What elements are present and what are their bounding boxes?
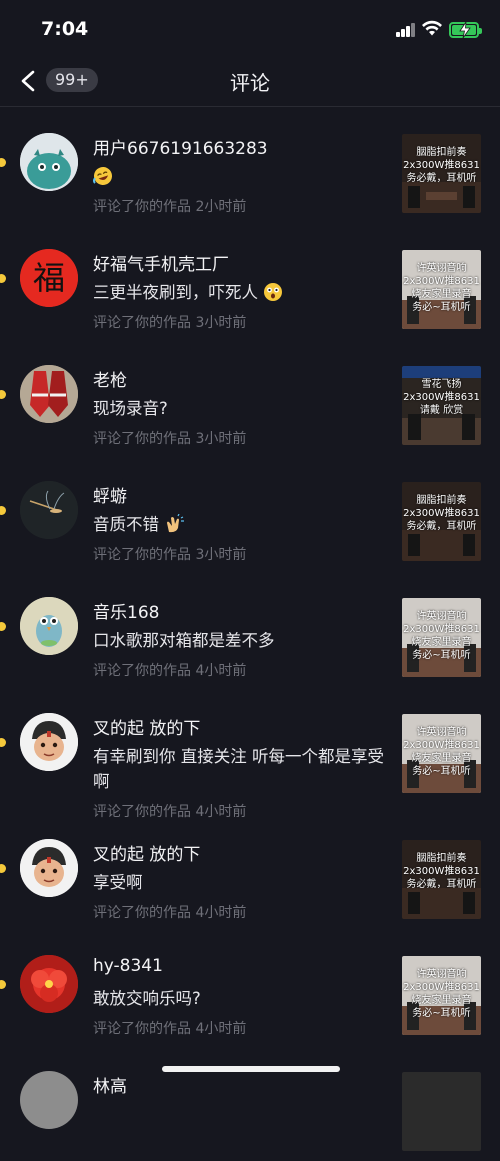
unread-dot [0,864,6,873]
username[interactable]: 叉的起 放的下 [93,714,200,739]
list-item[interactable]: 音乐168 口水歌那对箱都是差不多 评论了你的作品 4小时前 许英诩音响 2x3… [0,571,500,687]
comment-text: 享受啊 [93,873,143,892]
comment-text: 有幸刷到你 直接关注 听每一个都是享受啊 [93,747,384,791]
list-item[interactable]: 蜉蝣 音质不错 评论了你的作品 3小时前 胭脂扣前奏 2x300W推8631 务… [0,455,500,571]
status-bar: 7:04 [0,0,500,60]
shocked-face-icon [264,283,283,301]
fu-character-avatar-icon: 福 [20,249,78,307]
comment-meta: 评论了你的作品 3小时前 [93,547,247,563]
thumbnail-caption: 许英诩音响 2x300W推8631 烧友家里录音 务必~耳机听 [403,263,480,313]
unread-dot [0,274,6,283]
thumbnail-caption: 雪花飞扬 2x300W推8631 请戴 欣赏 [403,379,480,416]
comment-text: 现场录音? [93,399,168,418]
home-indicator[interactable] [162,1066,340,1072]
comment-meta: 评论了你的作品 4小时前 [93,663,247,679]
avatar[interactable] [20,481,78,539]
list-item[interactable]: 用户6676191663283 评论了你的作品 2小时前 胭脂扣前奏 2x300… [0,107,500,223]
list-item[interactable]: 叉的起 放的下 有幸刷到你 直接关注 听每一个都是享受啊 评论了你的作品 4小时… [0,687,500,820]
username[interactable]: 音乐168 [93,598,159,623]
laughing-face-icon [93,167,112,185]
wifi-icon [422,20,442,36]
avatar[interactable]: 福 [20,249,78,307]
comment-text: 敢放交响乐吗? [93,989,201,1008]
thumbnail-caption: 许英诩音响 2x300W推8631 烧友家里录音 务必~耳机听 [403,969,480,1019]
page-title: 评论 [230,71,270,95]
cartoon-bird-avatar-icon [20,597,78,655]
comment-meta: 评论了你的作品 2小时前 [93,199,247,215]
video-thumbnail[interactable] [402,1072,481,1151]
clap-icon [167,514,185,533]
avatar[interactable] [20,365,78,423]
nav-bar: 99+ 评论 [0,60,500,107]
thumbnail-caption: 胭脂扣前奏 2x300W推8631 务必戴，耳机听 [403,495,480,532]
list-item[interactable]: 老枪 现场录音? 评论了你的作品 3小时前 雪花飞扬 2x300W推8631 请… [0,339,500,455]
unread-dot [0,506,6,515]
username[interactable]: 林高 [93,1072,127,1097]
list-item[interactable]: 林高 [0,1045,500,1161]
monster-avatar-icon [20,133,78,191]
cartoon-boy-avatar-icon [20,713,78,771]
status-time: 7:04 [41,18,89,40]
username[interactable]: 叉的起 放的下 [93,840,200,865]
mayfly-avatar-icon [20,481,78,539]
list-item[interactable]: 叉的起 放的下 享受啊 评论了你的作品 4小时前 胭脂扣前奏 2x300W推86… [0,813,500,929]
comment-text [93,164,393,189]
avatar[interactable] [20,133,78,191]
comment-meta: 评论了你的作品 3小时前 [93,315,247,331]
comment-meta: 评论了你的作品 4小时前 [93,905,247,921]
list-item[interactable]: hy-8341 敢放交响乐吗? 评论了你的作品 4小时前 许英诩音响 2x300… [0,929,500,1045]
video-thumbnail[interactable]: 许英诩音响 2x300W推8631 烧友家里录音 务必~耳机听 [402,714,481,793]
thumbnail-caption: 许英诩音响 2x300W推8631 烧友家里录音 务必~耳机听 [403,611,480,661]
avatar[interactable] [20,597,78,655]
avatar[interactable] [20,1071,78,1129]
comment-text: 口水歌那对箱都是差不多 [93,631,275,650]
unread-dot [0,390,6,399]
thumbnail-caption: 许英诩音响 2x300W推8631 烧友家里录音 务必~耳机听 [403,727,480,777]
video-thumbnail[interactable]: 许英诩音响 2x300W推8631 烧友家里录音 务必~耳机听 [402,598,481,677]
comment-meta: 评论了你的作品 3小时前 [93,431,247,447]
thumbnail-caption: 胭脂扣前奏 2x300W推8631 务必戴，耳机听 [403,147,480,184]
cellular-signal-icon [396,23,416,37]
username[interactable]: 用户6676191663283 [93,134,268,159]
video-thumbnail[interactable]: 许英诩音响 2x300W推8631 烧友家里录音 务必~耳机听 [402,250,481,329]
scarf-avatar-icon [20,365,78,423]
video-thumbnail[interactable]: 胭脂扣前奏 2x300W推8631 务必戴，耳机听 [402,482,481,561]
username[interactable]: 老枪 [93,366,127,391]
thumbnail-caption: 胭脂扣前奏 2x300W推8631 务必戴，耳机听 [403,853,480,890]
video-thumbnail[interactable]: 许英诩音响 2x300W推8631 烧友家里录音 务必~耳机听 [402,956,481,1035]
charging-bolt-icon [459,22,471,38]
unread-dot [0,738,6,747]
username[interactable]: 蜉蝣 [93,482,127,507]
cartoon-boy-avatar-icon [20,839,78,897]
list-item[interactable]: 福 好福气手机壳工厂 三更半夜刷到，吓死人 评论了你的作品 3小时前 许英诩音响… [0,223,500,339]
comment-text: 三更半夜刷到，吓死人 [93,280,393,305]
unread-dot [0,622,6,631]
username[interactable]: hy-8341 [93,956,163,976]
comment-meta: 评论了你的作品 4小时前 [93,1021,247,1037]
unread-dot [0,158,6,167]
username[interactable]: 好福气手机壳工厂 [93,250,229,275]
avatar[interactable] [20,713,78,771]
unread-dot [0,980,6,989]
svg-text:福: 福 [33,259,65,297]
video-thumbnail[interactable]: 雪花飞扬 2x300W推8631 请戴 欣赏 [402,366,481,445]
battery-icon [449,22,482,38]
comment-text: 音质不错 [93,512,393,537]
video-thumbnail[interactable]: 胭脂扣前奏 2x300W推8631 务必戴，耳机听 [402,134,481,213]
avatar[interactable] [20,955,78,1013]
red-flower-avatar-icon [20,955,78,1013]
video-thumbnail[interactable]: 胭脂扣前奏 2x300W推8631 务必戴，耳机听 [402,840,481,919]
avatar[interactable] [20,839,78,897]
